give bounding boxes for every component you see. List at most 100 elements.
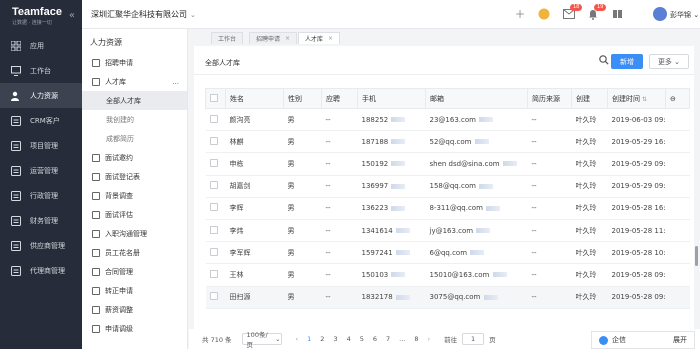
page-number[interactable]: 2 (320, 335, 324, 343)
select-all-cell[interactable] (205, 88, 226, 109)
nav-item[interactable]: 工作台 (0, 58, 82, 83)
row-select-cell[interactable] (205, 241, 226, 265)
side-item[interactable]: 转正申请 (82, 281, 187, 300)
page-number[interactable]: 3 (333, 335, 337, 343)
table-row[interactable]: 李炜 男 -- 1341614 jy@163.com -- 叶久玲 2019-05-28 … (205, 219, 690, 243)
chat-expand-button[interactable]: 展开 (673, 335, 687, 345)
sort-icon[interactable]: ⇅ (642, 96, 647, 103)
cell-name[interactable]: 颜沟亮 (225, 108, 284, 132)
cell-name[interactable]: 申栋 (225, 152, 284, 176)
bell-icon[interactable]: 19 (586, 4, 607, 21)
side-item[interactable]: 面试邀约 (82, 148, 187, 167)
mail-icon[interactable]: 18 (562, 4, 583, 21)
nav-item[interactable]: 代理商管理 (0, 258, 82, 283)
vertical-scrollbar[interactable] (695, 246, 698, 266)
row-checkbox[interactable] (209, 181, 218, 190)
cell-name[interactable]: 田扫源 (225, 286, 284, 309)
col-applied[interactable]: 应聘 (321, 88, 358, 109)
page-number[interactable]: 7 (386, 335, 390, 343)
page-number[interactable]: 8 (414, 335, 418, 343)
table-row[interactable]: 王林 男 -- 150103 15010@163.com -- 叶久玲 2019-05-2… (205, 263, 690, 287)
table-row[interactable]: 李军辉 男 -- 1597241 6@qq.com -- 叶久玲 2019-05-28 1… (205, 241, 690, 265)
row-select-cell[interactable] (205, 108, 226, 132)
side-item[interactable]: 人才库... (82, 72, 187, 91)
col-creator[interactable]: 创建 (571, 88, 608, 109)
side-item[interactable]: 申请调级 (82, 319, 187, 338)
nav-item[interactable]: 项目管理 (0, 133, 82, 158)
cell-name[interactable]: 李炜 (225, 219, 284, 243)
next-page-icon[interactable]: › (427, 335, 430, 343)
table-row[interactable]: 林麒 男 -- 187188 52@qq.com -- 叶久玲 2019-05-29 16… (205, 130, 690, 154)
col-phone[interactable]: 手机 (357, 88, 426, 109)
row-select-cell[interactable] (205, 175, 226, 198)
nav-item[interactable]: 应用 (0, 33, 82, 58)
tab-recruit[interactable]: 招聘申请 × (249, 32, 298, 44)
cell-name[interactable]: 林麒 (225, 130, 284, 154)
side-item[interactable]: 面试登记表 (82, 167, 187, 186)
row-checkbox[interactable] (209, 158, 218, 167)
page-size-select[interactable]: 100条/页 ⌄ (241, 331, 282, 349)
add-icon[interactable]: + (513, 7, 527, 21)
nav-item[interactable]: 供应商管理 (0, 233, 82, 258)
new-button[interactable]: 新增 (611, 54, 643, 69)
row-select-cell[interactable] (205, 152, 226, 176)
page-number[interactable]: ... (399, 335, 405, 343)
table-row[interactable]: 田扫源 男 -- 1832178 3075@qq.com -- 叶久玲 2019-05-2… (205, 286, 690, 309)
side-item[interactable]: 薪资调整 (82, 300, 187, 319)
side-item[interactable]: 面试评估 (82, 205, 187, 224)
side-item[interactable]: 背景调查 (82, 186, 187, 205)
cell-name[interactable]: 李军辉 (225, 241, 284, 265)
col-gender[interactable]: 性别 (283, 88, 322, 109)
side-item[interactable]: 员工花名册 (82, 243, 187, 262)
page-number[interactable]: 6 (373, 335, 377, 343)
row-checkbox[interactable] (209, 203, 218, 212)
goto-page-input[interactable]: 1 (462, 333, 485, 345)
row-select-cell[interactable] (205, 219, 226, 243)
col-source[interactable]: 简历来源 (527, 88, 572, 109)
more-icon[interactable]: ... (172, 78, 179, 86)
side-subitem[interactable]: 全部人才库 (82, 91, 187, 110)
side-subitem[interactable]: 我创建的 (82, 110, 187, 129)
table-row[interactable]: 申栋 男 -- 150192 shen dsd@sina.com -- 叶久玲 2019-… (205, 152, 690, 176)
apps-icon[interactable] (611, 7, 625, 21)
row-checkbox[interactable] (209, 136, 218, 145)
row-checkbox[interactable] (209, 292, 218, 301)
cell-name[interactable]: 王林 (225, 263, 284, 287)
row-checkbox[interactable] (209, 247, 218, 256)
close-icon[interactable]: × (285, 35, 290, 42)
row-select-cell[interactable] (205, 130, 226, 154)
table-row[interactable]: 颜沟亮 男 -- 188252 23@163.com -- 叶久玲 2019-06-03 … (205, 108, 690, 132)
more-button[interactable]: 更多 ⌄ (649, 54, 689, 69)
row-checkbox[interactable] (209, 225, 218, 234)
row-checkbox[interactable] (209, 114, 218, 123)
side-item[interactable]: 入职沟通管理 (82, 224, 187, 243)
col-created-time[interactable]: 创建时间 ⇅ (607, 88, 666, 109)
row-select-cell[interactable] (205, 197, 226, 220)
avatar[interactable] (653, 7, 667, 21)
page-number[interactable]: 1 (307, 335, 311, 343)
nav-item[interactable]: 运营管理 (0, 158, 82, 183)
table-row[interactable]: 李辉 男 -- 136223 8-311@qq.com -- 叶久玲 2019-05-28… (205, 197, 690, 220)
side-item[interactable]: 合同管理 (82, 262, 187, 281)
company-switcher[interactable]: 深圳汇聚华企科技有限公司 ⌄ (91, 9, 196, 20)
page-number[interactable]: 4 (347, 335, 351, 343)
side-subitem[interactable]: 成都简历 (82, 129, 187, 148)
chat-widget[interactable]: 企信 展开 (591, 331, 695, 349)
column-settings-cell[interactable]: ⊖ (665, 88, 690, 109)
tab-workbench[interactable]: 工作台 (211, 32, 244, 44)
close-icon[interactable]: × (328, 35, 333, 42)
row-select-cell[interactable] (205, 286, 226, 309)
table-row[interactable]: 胡嘉剑 男 -- 136997 158@qq.com -- 叶久玲 2019-05-29 … (205, 175, 690, 198)
tag-icon[interactable] (537, 7, 551, 21)
row-checkbox[interactable] (209, 269, 218, 278)
settings-icon[interactable]: ⊖ (670, 95, 676, 103)
side-item[interactable]: 招聘申请 (82, 53, 187, 72)
nav-item[interactable]: 财务管理 (0, 208, 82, 233)
nav-item[interactable]: CRM客户 (0, 108, 82, 133)
search-icon[interactable] (599, 55, 609, 67)
col-name[interactable]: 姓名 (225, 88, 284, 109)
nav-item[interactable]: 人力资源 (0, 83, 82, 108)
cell-name[interactable]: 李辉 (225, 197, 284, 220)
select-all-checkbox[interactable] (210, 93, 218, 102)
page-number[interactable]: 5 (360, 335, 364, 343)
